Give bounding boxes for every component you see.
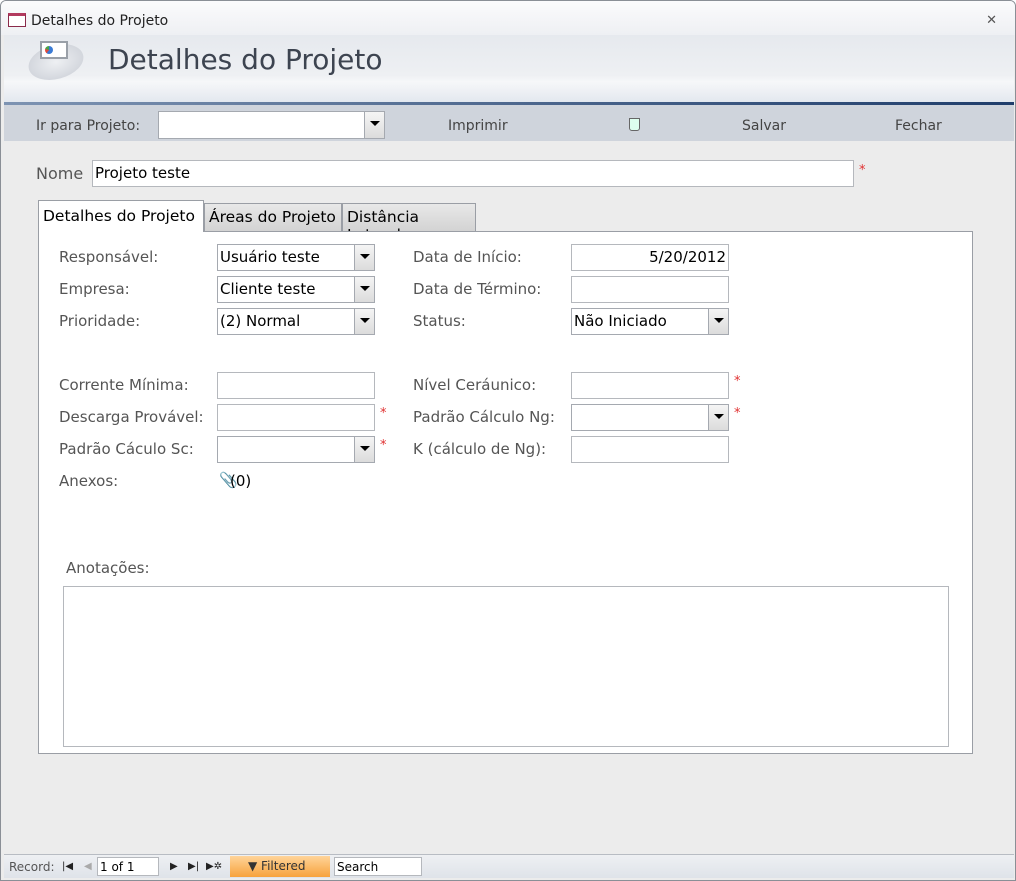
responsavel-combo[interactable]: Usuário teste bbox=[217, 244, 375, 271]
last-record-icon[interactable]: ▶| bbox=[188, 861, 199, 872]
k-input[interactable] bbox=[571, 436, 729, 463]
prioridade-value: (2) Normal bbox=[220, 312, 301, 330]
anotacoes-label: Anotações: bbox=[66, 559, 150, 577]
record-navigation-bar: Record: |◀ ◀ 1 of 1 ▶ ▶| ▶✲ ▼ Filtered S… bbox=[4, 854, 1014, 878]
empresa-value: Cliente teste bbox=[220, 280, 316, 298]
next-record-icon[interactable]: ▶ bbox=[170, 861, 178, 872]
chevron-down-icon[interactable] bbox=[354, 309, 374, 334]
goto-project-combo[interactable] bbox=[158, 111, 385, 139]
tab-areas[interactable]: Áreas do Projeto bbox=[204, 203, 342, 232]
nivel-label: Nível Ceráunico: bbox=[413, 376, 537, 394]
empresa-combo[interactable]: Cliente teste bbox=[217, 276, 375, 303]
name-label: Nome bbox=[36, 164, 84, 183]
empresa-label: Empresa: bbox=[59, 280, 130, 298]
prioridade-label: Prioridade: bbox=[59, 312, 141, 330]
chevron-down-icon[interactable] bbox=[354, 277, 374, 302]
data-termino-label: Data de Término: bbox=[413, 280, 542, 298]
nivel-input[interactable] bbox=[571, 372, 729, 399]
descarga-label: Descarga Provável: bbox=[59, 408, 204, 426]
anotacoes-textarea[interactable] bbox=[63, 586, 949, 747]
print-button[interactable]: Imprimir bbox=[448, 118, 508, 134]
save-button[interactable]: Salvar bbox=[742, 118, 786, 134]
chevron-down-icon[interactable] bbox=[364, 112, 384, 138]
padrao-sc-label: Padrão Cáculo Sc: bbox=[59, 440, 194, 458]
window-title: Detalhes do Projeto bbox=[31, 13, 169, 29]
responsavel-label: Responsável: bbox=[59, 248, 159, 266]
tab-distancia[interactable]: Distância Lateral bbox=[342, 203, 476, 244]
anexos-count[interactable]: (0) bbox=[230, 472, 251, 490]
goto-project-label: Ir para Projeto: bbox=[36, 118, 141, 134]
search-input[interactable]: Search bbox=[334, 857, 422, 876]
status-combo[interactable]: Não Iniciado bbox=[571, 308, 729, 335]
required-marker: * bbox=[380, 438, 387, 453]
tab-detalhes[interactable]: Detalhes do Projeto bbox=[38, 200, 204, 232]
record-label: Record: bbox=[9, 860, 55, 874]
name-input[interactable]: Projeto teste bbox=[92, 160, 854, 187]
chevron-down-icon[interactable] bbox=[708, 309, 728, 334]
required-marker: * bbox=[734, 374, 741, 389]
k-label: K (cálculo de Ng): bbox=[413, 440, 547, 458]
previous-record-icon[interactable]: ◀ bbox=[84, 861, 92, 872]
form-header: Detalhes do Projeto bbox=[4, 35, 1014, 102]
required-marker: * bbox=[734, 406, 741, 421]
data-inicio-input[interactable]: 5/20/2012 bbox=[571, 244, 729, 271]
anexos-label: Anexos: bbox=[59, 472, 119, 490]
data-inicio-label: Data de Início: bbox=[413, 248, 522, 266]
padrao-ng-label: Padrão Cálculo Ng: bbox=[413, 408, 555, 426]
padrao-sc-combo[interactable] bbox=[217, 436, 375, 463]
descarga-input[interactable] bbox=[217, 404, 375, 431]
status-label: Status: bbox=[413, 312, 466, 330]
record-number-input[interactable]: 1 of 1 bbox=[97, 857, 159, 876]
chevron-down-icon[interactable] bbox=[354, 437, 374, 462]
form-icon bbox=[8, 13, 26, 27]
new-record-icon[interactable]: ▶✲ bbox=[206, 861, 222, 872]
corrente-input[interactable] bbox=[217, 372, 375, 399]
chevron-down-icon[interactable] bbox=[354, 245, 374, 270]
filtered-toggle[interactable]: ▼ Filtered bbox=[230, 856, 330, 877]
padrao-ng-combo[interactable] bbox=[571, 404, 729, 431]
presentation-icon bbox=[40, 41, 68, 59]
close-icon[interactable]: ✕ bbox=[986, 13, 997, 28]
filtered-label: Filtered bbox=[261, 859, 306, 873]
page-title: Detalhes do Projeto bbox=[108, 43, 383, 76]
status-value: Não Iniciado bbox=[574, 312, 667, 330]
funnel-icon: ▼ bbox=[248, 859, 262, 873]
prioridade-combo[interactable]: (2) Normal bbox=[217, 308, 375, 335]
data-termino-input[interactable] bbox=[571, 276, 729, 303]
window: Detalhes do Projeto ✕ Detalhes do Projet… bbox=[0, 0, 1016, 881]
first-record-icon[interactable]: |◀ bbox=[62, 861, 73, 872]
required-marker: * bbox=[859, 163, 866, 178]
title-bar: Detalhes do Projeto ✕ bbox=[1, 1, 1015, 35]
required-marker: * bbox=[380, 406, 387, 421]
corrente-label: Corrente Mínima: bbox=[59, 376, 189, 394]
close-button[interactable]: Fechar bbox=[895, 118, 942, 134]
responsavel-value: Usuário teste bbox=[220, 248, 320, 266]
chevron-down-icon[interactable] bbox=[708, 405, 728, 430]
recycle-bin-icon[interactable] bbox=[629, 118, 640, 131]
toolbar: Ir para Projeto: Imprimir Salvar Fechar bbox=[4, 105, 1014, 141]
